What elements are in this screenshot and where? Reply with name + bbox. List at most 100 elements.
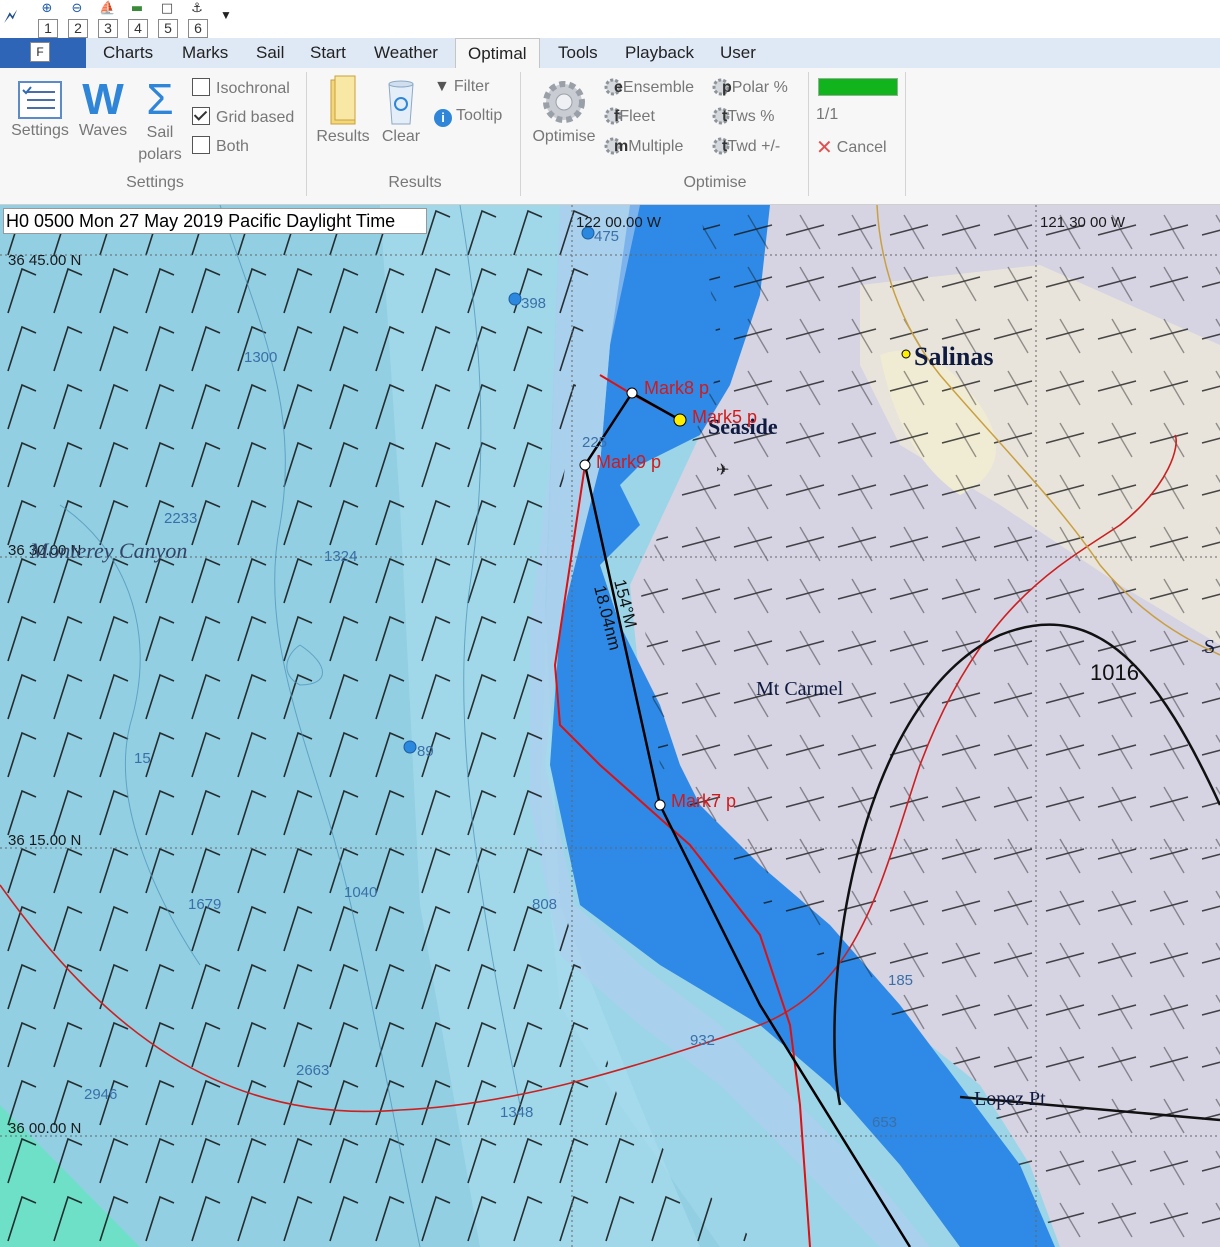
cancel-label: Cancel — [836, 139, 887, 156]
depth-label: 398 — [521, 295, 546, 312]
file-tab[interactable]: F — [0, 38, 86, 68]
fleet-button[interactable]: fFleet — [604, 107, 655, 126]
tab-start[interactable]: Start — [310, 43, 346, 63]
waves-label: Waves — [78, 122, 128, 139]
place-label-s: S — [1204, 636, 1215, 658]
optimise-label: Optimise — [532, 128, 596, 145]
ensemble-letter: e — [614, 79, 623, 96]
time-display: H0 0500 Mon 27 May 2019 Pacific Daylight… — [3, 208, 427, 234]
lat-label: 36 00.00 N — [8, 1120, 81, 1137]
tooltip-button[interactable]: i Tooltip — [434, 107, 502, 127]
settings-list-icon — [18, 81, 62, 119]
quick-access-toolbar: 🗲 ⊕ 1 ⊖ 2 ⛵ 3 ▬ 4 □ 5 ⚓ 6 ▼ — [0, 0, 1220, 39]
depth-label: 1348 — [500, 1104, 533, 1121]
tab-playback[interactable]: Playback — [625, 43, 694, 63]
optimise-group-label: Optimise — [683, 174, 747, 191]
polar-letter: p — [722, 79, 732, 96]
boat-icon: ⚓ — [191, 1, 203, 16]
recycle-bin-icon — [388, 80, 414, 125]
group-divider — [306, 72, 307, 196]
multiple-button[interactable]: mMultiple — [604, 137, 683, 156]
polar-percent-button[interactable]: pPolar % — [712, 78, 788, 97]
tws-label: Tws % — [727, 108, 775, 125]
progress-count: 1/1 — [816, 106, 839, 123]
optimise-button[interactable]: Optimise — [528, 76, 600, 146]
app-logo-icon[interactable]: 🗲 — [4, 4, 17, 28]
both-checkbox[interactable]: Both — [192, 136, 249, 156]
lon-label: 121 30 00 W — [1040, 214, 1126, 231]
depth-label: 2233 — [164, 510, 197, 527]
ensemble-button[interactable]: eEnsemble — [604, 78, 694, 97]
clear-label: Clear — [381, 128, 421, 145]
tab-tools[interactable]: Tools — [558, 43, 598, 63]
filter-button[interactable]: ▼ Filter — [434, 78, 489, 96]
depth-label: 1040 — [344, 884, 377, 901]
mark8-waypoint[interactable] — [626, 387, 638, 399]
depth-label: 808 — [532, 896, 557, 913]
town-dot — [901, 349, 911, 359]
tab-optimal[interactable]: Optimal — [455, 38, 540, 70]
lat-label: 36 45.00 N — [8, 252, 81, 269]
results-folder-icon — [330, 75, 356, 125]
quick-page-button[interactable]: □ 5 — [156, 1, 180, 38]
depth-label: 2946 — [84, 1086, 117, 1103]
results-label: Results — [316, 128, 370, 145]
quick-sail-button[interactable]: ⛵ 3 — [96, 2, 120, 38]
clear-button[interactable]: Clear — [376, 74, 426, 146]
depth-point — [403, 740, 417, 754]
depth-point — [508, 292, 522, 306]
grid-based-checkbox[interactable]: Grid based — [192, 107, 294, 127]
quick-boat-button[interactable]: ⚓ 6 — [186, 1, 210, 38]
key-tip: 6 — [188, 19, 208, 38]
ribbon-tab-bar: F Charts Marks Sail Start Weather Optima… — [0, 38, 1220, 70]
sail-polars-button[interactable]: Σ Sail polars — [134, 78, 186, 166]
quick-zoom-in-button[interactable]: ⊕ 1 — [36, 2, 60, 38]
tws-percent-button[interactable]: tTws % — [712, 107, 774, 126]
key-tip: 2 — [68, 19, 88, 38]
sigma-icon: Σ — [146, 75, 174, 124]
cancel-button[interactable]: ✕ Cancel — [816, 135, 887, 160]
mark-label: Mark7 p — [671, 791, 736, 811]
isochronal-label: Isochronal — [216, 80, 290, 97]
mark-label: Mark5 p — [692, 407, 757, 427]
quick-chart-button[interactable]: ▬ 4 — [126, 1, 150, 38]
isochronal-checkbox[interactable]: Isochronal — [192, 78, 290, 98]
depth-label: 475 — [594, 228, 619, 245]
mark5-waypoint[interactable] — [673, 413, 687, 427]
chart-icon: ▬ — [130, 1, 144, 16]
filter-icon: ▼ — [434, 78, 450, 95]
page-icon: □ — [160, 1, 174, 16]
results-button[interactable]: Results — [314, 74, 372, 146]
tab-charts[interactable]: Charts — [103, 43, 153, 63]
customize-dropdown-icon[interactable]: ▼ — [220, 8, 232, 22]
tab-weather[interactable]: Weather — [374, 43, 438, 63]
key-tip: F — [30, 42, 50, 62]
nautical-chart[interactable]: 122 00.00 W 121 30 00 W 36 45.00 N 36 30… — [0, 205, 1220, 1247]
optimise-progress-bar — [818, 78, 898, 96]
twd-button[interactable]: tTwd +/- — [712, 137, 780, 156]
both-check-box[interactable] — [192, 136, 210, 154]
waves-button[interactable]: W Waves — [76, 78, 130, 140]
tab-user[interactable]: User — [720, 43, 756, 63]
quick-zoom-out-button[interactable]: ⊖ 2 — [66, 1, 90, 38]
settings-button[interactable]: Settings — [8, 78, 72, 140]
grid-based-check-box[interactable] — [192, 107, 210, 125]
chart-map-view[interactable]: 122 00.00 W 121 30 00 W 36 45.00 N 36 30… — [0, 205, 1220, 1247]
tab-marks[interactable]: Marks — [182, 43, 228, 63]
depth-label: 932 — [690, 1032, 715, 1049]
depth-label: 185 — [888, 972, 913, 989]
feature-label: Monterey Canyon — [29, 538, 187, 563]
settings-group-label: Settings — [126, 174, 184, 191]
fleet-label: Fleet — [619, 108, 655, 125]
tab-sail[interactable]: Sail — [256, 43, 284, 63]
zoom-out-icon: ⊖ — [71, 1, 83, 16]
isochronal-check-box[interactable] — [192, 78, 210, 96]
polar-label: Polar % — [731, 79, 788, 96]
gear-icon — [543, 81, 585, 123]
lat-label: 36 15.00 N — [8, 832, 81, 849]
mark7-waypoint[interactable] — [654, 799, 666, 811]
mark9-waypoint[interactable] — [579, 459, 591, 471]
place-label-salinas: Salinas — [914, 342, 994, 371]
place-label-mt-carmel: Mt Carmel — [756, 678, 844, 700]
depth-label: 1324 — [324, 548, 357, 565]
